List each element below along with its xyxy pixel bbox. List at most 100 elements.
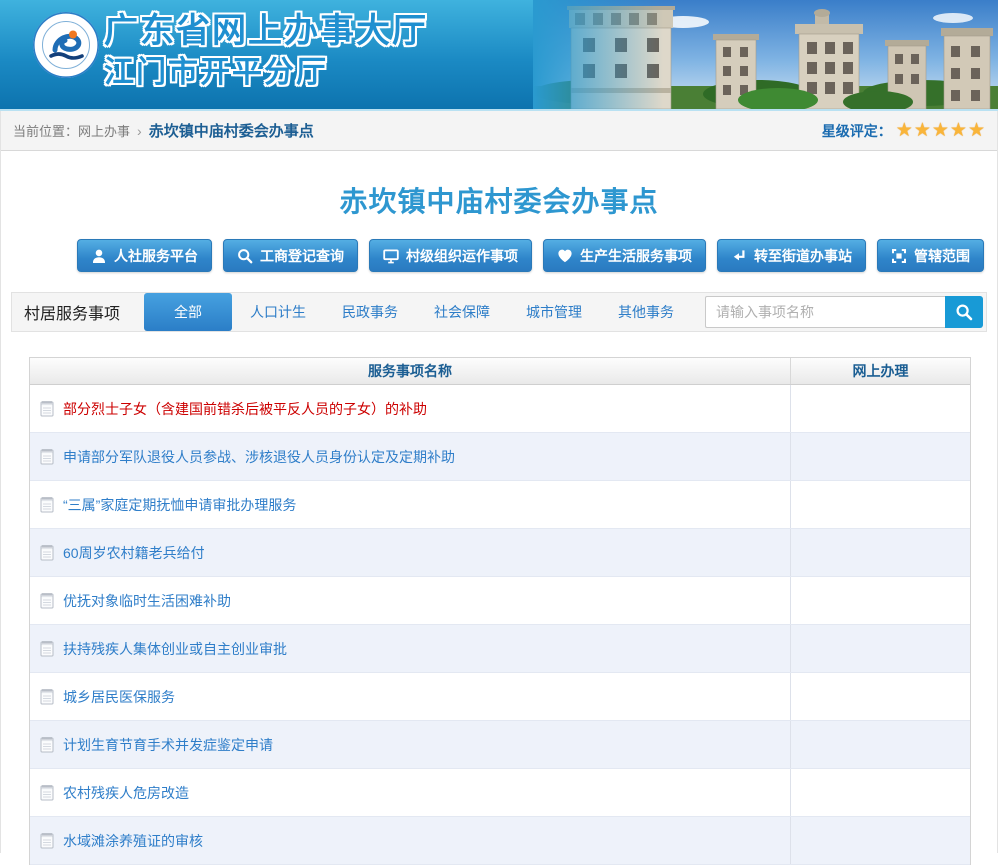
service-name-cell: “三属”家庭定期抚恤申请审批办理服务 <box>30 481 790 528</box>
life-services-items-button[interactable]: 生产生活服务事项 <box>543 239 706 272</box>
service-link[interactable]: “三属”家庭定期抚恤申请审批办理服务 <box>63 495 296 515</box>
document-icon <box>40 688 54 705</box>
service-table-header: 服务事项名称 网上办理 <box>30 358 970 385</box>
service-link[interactable]: 计划生育节育手术并发症鉴定申请 <box>63 735 273 755</box>
column-header-online-handle: 网上办理 <box>790 358 970 384</box>
gdbs-logo <box>32 11 100 79</box>
table-row: 水域滩涂养殖证的审核 <box>30 817 970 865</box>
star-icon: ★ <box>950 121 967 140</box>
category-tabs: 全部 人口计生 民政事务 社会保障 城市管理 其他事务 <box>144 293 692 331</box>
online-handle-cell <box>790 625 970 672</box>
tab-social-security[interactable]: 社会保障 <box>416 293 508 331</box>
service-name-cell: 扶持残疾人集体创业或自主创业审批 <box>30 625 790 672</box>
monitor-icon <box>383 248 399 264</box>
village-organization-items-button[interactable]: 村级组织运作事项 <box>369 239 532 272</box>
star-icon: ★ <box>896 121 913 140</box>
service-link[interactable]: 申请部分军队退役人员参战、涉核退役人员身份认定及定期补助 <box>63 447 455 467</box>
document-icon <box>40 640 54 657</box>
service-name-cell: 农村残疾人危房改造 <box>30 769 790 816</box>
tab-civil-affairs[interactable]: 民政事务 <box>324 293 416 331</box>
online-handle-cell <box>790 385 970 432</box>
column-header-service-name: 服务事项名称 <box>30 358 790 384</box>
table-row: “三属”家庭定期抚恤申请审批办理服务 <box>30 481 970 529</box>
service-name-cell: 城乡居民医保服务 <box>30 673 790 720</box>
service-name-cell: 水域滩涂养殖证的审核 <box>30 817 790 864</box>
breadcrumb-separator-icon: › <box>137 123 142 139</box>
service-link[interactable]: 农村残疾人危房改造 <box>63 783 189 803</box>
service-link[interactable]: 水域滩涂养殖证的审核 <box>63 831 203 851</box>
service-link[interactable]: 60周岁农村籍老兵给付 <box>63 543 205 563</box>
page-title: 赤坎镇中庙村委会办事点 <box>1 180 997 212</box>
search-icon <box>955 303 973 321</box>
rating-label: 星级评定： <box>822 121 892 141</box>
service-name-cell: 60周岁农村籍老兵给付 <box>30 529 790 576</box>
document-icon <box>40 400 54 417</box>
search-input[interactable] <box>705 296 945 328</box>
service-link[interactable]: 城乡居民医保服务 <box>63 687 175 707</box>
quick-buttons-row: 人社服务平台 工商登记查询 村级组织运作事项 生产生活服务事项 转至街道办事站 … <box>1 239 997 272</box>
online-handle-cell <box>790 817 970 864</box>
diaolou-towers-photo <box>533 0 998 109</box>
star-rating: ★★★★★ <box>895 121 985 140</box>
quick-button-label: 工商登记查询 <box>260 246 344 266</box>
service-link[interactable]: 优抚对象临时生活困难补助 <box>63 591 231 611</box>
star-rating-box: 星级评定： ★★★★★ <box>822 121 985 141</box>
service-table: 服务事项名称 网上办理 部分烈士子女（含建国前错杀后被平反人员的子女）的补助 申… <box>29 357 971 865</box>
return-arrow-icon <box>731 248 747 264</box>
jurisdiction-scope-button[interactable]: 管辖范围 <box>877 239 984 272</box>
table-row: 计划生育节育手术并发症鉴定申请 <box>30 721 970 769</box>
heart-icon <box>557 248 573 264</box>
online-handle-cell <box>790 481 970 528</box>
hr-social-platform-button[interactable]: 人社服务平台 <box>77 239 212 272</box>
document-icon <box>40 544 54 561</box>
table-row: 农村残疾人危房改造 <box>30 769 970 817</box>
service-name-cell: 部分烈士子女（含建国前错杀后被平反人员的子女）的补助 <box>30 385 790 432</box>
tab-other-affairs[interactable]: 其他事务 <box>600 293 692 331</box>
document-icon <box>40 592 54 609</box>
table-row: 60周岁农村籍老兵给付 <box>30 529 970 577</box>
site-title-line2: 江门市开平分厅 <box>104 54 428 92</box>
online-handle-cell <box>790 769 970 816</box>
section-label-village-services: 村居服务事项 <box>12 300 144 324</box>
tab-city-management[interactable]: 城市管理 <box>508 293 600 331</box>
service-name-cell: 优抚对象临时生活困难补助 <box>30 577 790 624</box>
online-handle-cell <box>790 529 970 576</box>
quick-button-label: 村级组织运作事项 <box>406 246 518 266</box>
document-icon <box>40 496 54 513</box>
table-row: 部分烈士子女（含建国前错杀后被平反人员的子女）的补助 <box>30 385 970 433</box>
document-icon <box>40 784 54 801</box>
table-row: 城乡居民医保服务 <box>30 673 970 721</box>
business-registration-query-button[interactable]: 工商登记查询 <box>223 239 358 272</box>
person-icon <box>91 248 107 264</box>
online-handle-cell <box>790 577 970 624</box>
quick-button-label: 管辖范围 <box>914 246 970 266</box>
table-row: 申请部分军队退役人员参战、涉核退役人员身份认定及定期补助 <box>30 433 970 481</box>
tab-population-family-planning[interactable]: 人口计生 <box>232 293 324 331</box>
star-icon: ★ <box>968 121 985 140</box>
breadcrumb-link-online-services[interactable]: 网上办事 <box>78 121 130 140</box>
document-icon <box>40 736 54 753</box>
star-icon: ★ <box>932 121 949 140</box>
document-icon <box>40 448 54 465</box>
filter-bar: 村居服务事项 全部 人口计生 民政事务 社会保障 城市管理 其他事务 <box>11 292 987 332</box>
online-handle-cell <box>790 433 970 480</box>
service-table-body: 部分烈士子女（含建国前错杀后被平反人员的子女）的补助 申请部分军队退役人员参战、… <box>30 385 970 865</box>
online-handle-cell <box>790 673 970 720</box>
quick-button-label: 生产生活服务事项 <box>580 246 692 266</box>
breadcrumb-prefix: 当前位置： <box>13 121 78 140</box>
online-handle-cell <box>790 721 970 768</box>
document-icon <box>40 832 54 849</box>
search-button[interactable] <box>945 296 983 328</box>
service-name-cell: 申请部分军队退役人员参战、涉核退役人员身份认定及定期补助 <box>30 433 790 480</box>
service-link[interactable]: 扶持残疾人集体创业或自主创业审批 <box>63 639 287 659</box>
tab-all[interactable]: 全部 <box>144 293 232 331</box>
table-row: 扶持残疾人集体创业或自主创业审批 <box>30 625 970 673</box>
site-header: 广东省网上办事大厅 江门市开平分厅 <box>0 0 998 111</box>
service-link[interactable]: 部分烈士子女（含建国前错杀后被平反人员的子女）的补助 <box>63 399 427 419</box>
star-icon: ★ <box>914 121 931 140</box>
magnifier-icon <box>237 248 253 264</box>
search-box <box>705 296 983 328</box>
go-to-street-office-button[interactable]: 转至街道办事站 <box>717 239 866 272</box>
table-row: 优抚对象临时生活困难补助 <box>30 577 970 625</box>
service-name-cell: 计划生育节育手术并发症鉴定申请 <box>30 721 790 768</box>
